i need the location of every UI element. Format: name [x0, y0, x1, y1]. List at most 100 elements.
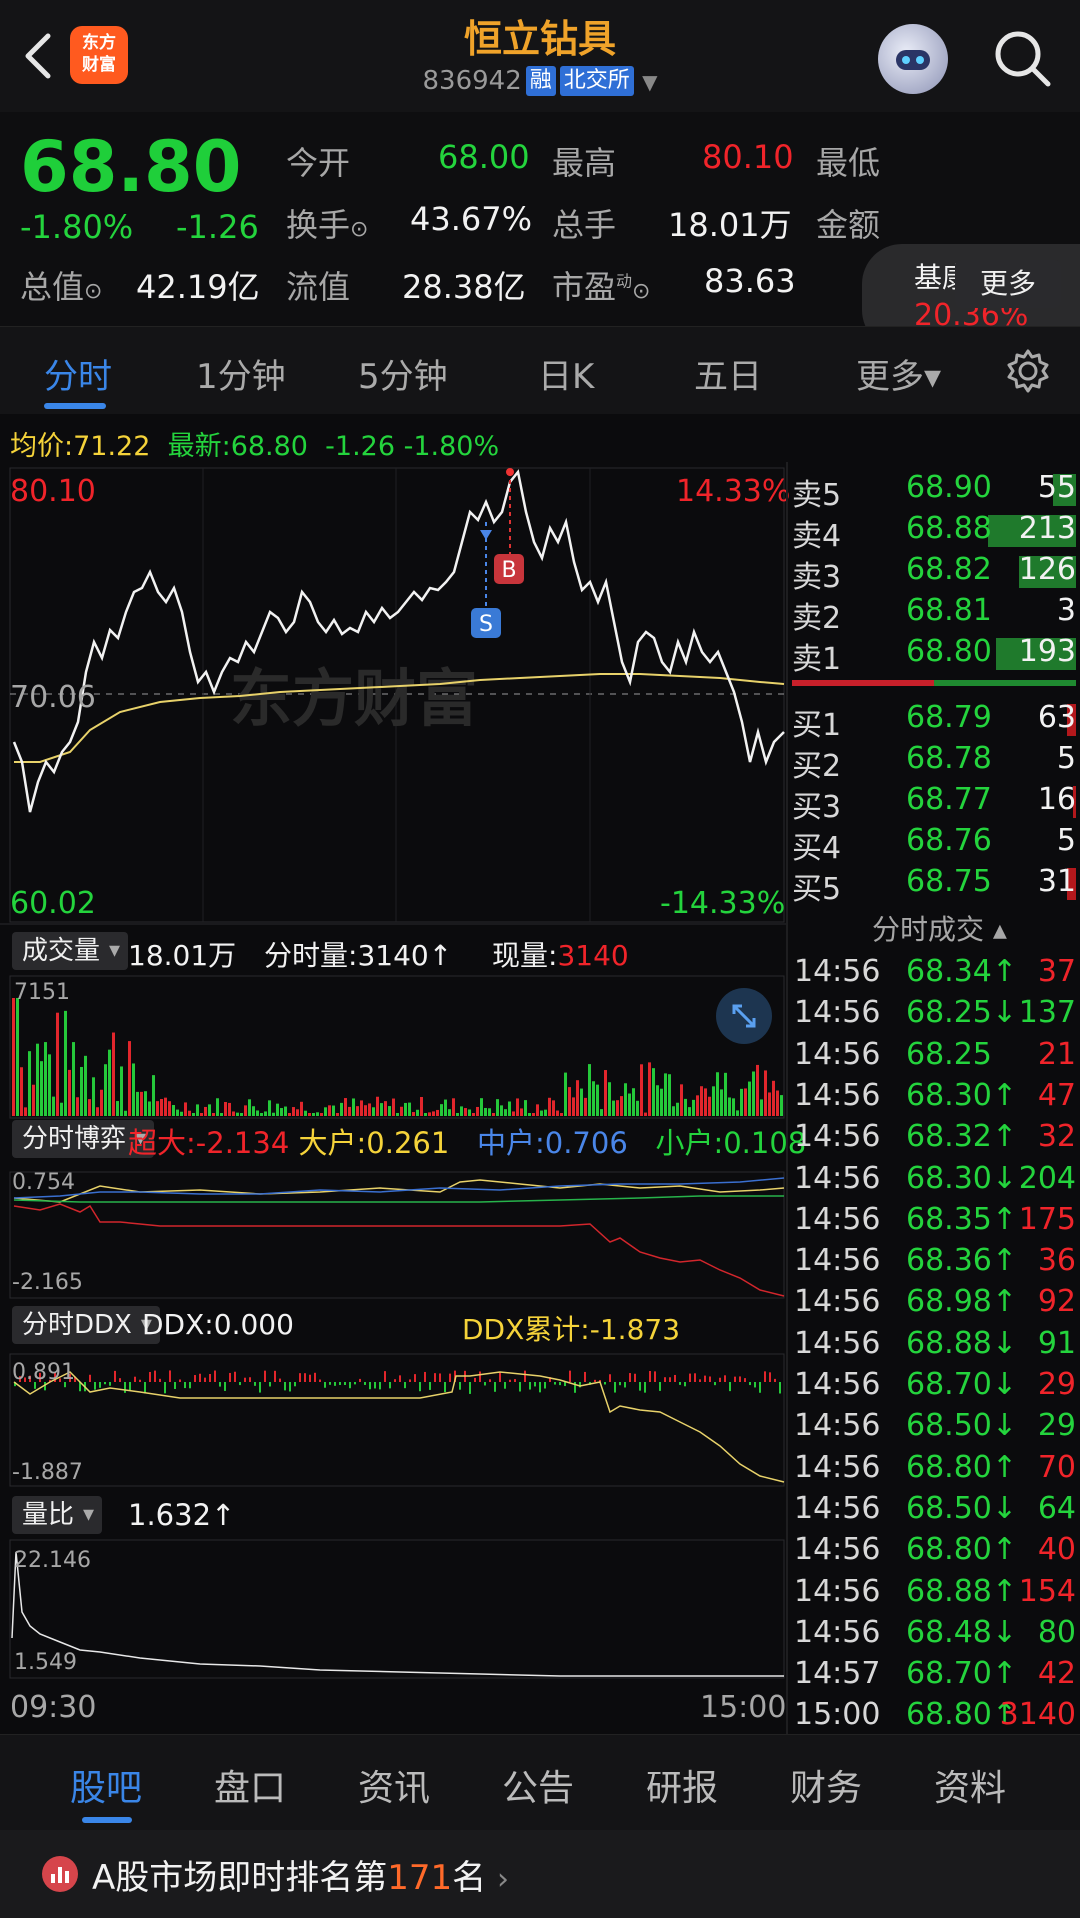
volume-bar: [264, 1111, 267, 1116]
ddx-bar: [449, 1373, 451, 1382]
volume-bar: [692, 1099, 695, 1116]
ddx-bar: [104, 1382, 106, 1385]
volume-bar: [668, 1074, 671, 1116]
volume-bar: [500, 1105, 503, 1116]
turnover-label: 换手⊙: [286, 206, 369, 244]
ddx-bar: [229, 1372, 231, 1382]
volume-bar: [240, 1113, 243, 1116]
volume-bar: [388, 1106, 391, 1116]
ask-row[interactable]: 卖1 68.80 193: [792, 634, 1076, 677]
ddx-bar: [484, 1382, 486, 1386]
level-volume: 213: [1018, 511, 1076, 546]
volume-bar: [276, 1103, 279, 1116]
tab-intraday[interactable]: 分时: [44, 349, 112, 398]
trades-title[interactable]: 分时成交 ▴: [872, 908, 1007, 948]
trade-price: 68.50↓: [906, 1490, 1018, 1526]
level-price: 68.88: [906, 511, 992, 546]
nav-finance[interactable]: 财务: [790, 1759, 862, 1811]
bid-row[interactable]: 买5 68.75 31: [792, 864, 1076, 907]
ddx-bar: [364, 1382, 366, 1385]
volume-bar: [724, 1072, 727, 1116]
trade-row: 14:56 68.36↑ 36: [792, 1243, 1076, 1283]
volume-bar: [480, 1098, 483, 1116]
gear-icon[interactable]: [1004, 347, 1052, 395]
ddx-bar: [734, 1376, 736, 1382]
level-volume: 126: [1018, 552, 1076, 587]
tab-five-day[interactable]: 五日: [694, 349, 762, 398]
ask-row[interactable]: 卖3 68.82 126: [792, 552, 1076, 595]
super-holder-line: [13, 1203, 785, 1297]
tab-daily-k[interactable]: 日K: [538, 349, 594, 398]
ddx-bar: [459, 1382, 461, 1390]
search-icon[interactable]: [990, 26, 1054, 90]
nav-research[interactable]: 研报: [646, 1759, 718, 1811]
ddx-bar: [559, 1382, 561, 1386]
nav-pankou[interactable]: 盘口: [214, 1759, 286, 1811]
volume-bar: [680, 1084, 683, 1116]
ddx-bar: [154, 1370, 156, 1382]
tab-5min[interactable]: 5分钟: [358, 349, 448, 398]
volume-bar: [588, 1064, 591, 1116]
ddx-bar: [509, 1379, 511, 1382]
volume-bar: [216, 1098, 219, 1116]
ddx-indicator-button[interactable]: 分时DDX: [12, 1306, 160, 1344]
volume-bar: [336, 1113, 339, 1116]
time-end: 15:00: [700, 1690, 787, 1725]
nav-announcement[interactable]: 公告: [502, 1759, 574, 1811]
volume-bar: [448, 1109, 451, 1116]
volume-bar: [476, 1106, 479, 1116]
trade-volume: 36: [1037, 1243, 1076, 1279]
volume-bar: [220, 1113, 223, 1116]
volume-bar: [644, 1112, 647, 1116]
chevron-down-icon[interactable]: ▼: [642, 70, 657, 94]
trade-price: 68.32↑: [906, 1119, 1018, 1155]
volume-indicator-button[interactable]: 成交量: [12, 932, 129, 970]
volume-bar: [44, 1042, 47, 1116]
robot-assistant-icon[interactable]: [878, 24, 948, 94]
volume-bar: [24, 1107, 27, 1116]
more-button[interactable]: 更多: [955, 260, 1061, 308]
ddx-bar: [644, 1382, 646, 1393]
volume-bar: [120, 1066, 123, 1116]
trade-row: 14:56 68.25↓ 137: [792, 995, 1076, 1035]
volume-bar: [700, 1086, 703, 1116]
volume-bar: [572, 1097, 575, 1116]
high-label: 最高: [552, 144, 617, 182]
ddx-bar: [204, 1377, 206, 1382]
trade-price: 68.88↑: [906, 1573, 1018, 1609]
trade-volume: 137: [1018, 995, 1076, 1031]
ask-row[interactable]: 卖2 68.81 3: [792, 593, 1076, 636]
bid-row[interactable]: 买3 68.77 16: [792, 782, 1076, 825]
ask-row[interactable]: 卖5 68.90 55: [792, 470, 1076, 513]
bid-row[interactable]: 买4 68.76 5: [792, 823, 1076, 866]
ddx-bar: [274, 1370, 276, 1382]
nav-news[interactable]: 资讯: [358, 1759, 430, 1811]
tab-1min[interactable]: 1分钟: [196, 349, 286, 398]
volume-bar: [764, 1070, 767, 1116]
level-volume: 16: [1037, 782, 1076, 817]
open-label: 今开: [286, 144, 351, 182]
change-percent: -1.80%: [20, 208, 134, 246]
ddx-bar: [109, 1382, 111, 1386]
expand-icon[interactable]: [716, 988, 772, 1044]
volume-bar: [144, 1091, 147, 1116]
ddx-bar: [649, 1370, 651, 1382]
trade-price: 68.98↑: [906, 1284, 1018, 1320]
volume-bar: [132, 1063, 135, 1116]
ratio-indicator-button[interactable]: 量比: [12, 1496, 103, 1534]
ddx-bar: [479, 1371, 481, 1382]
bid-row[interactable]: 买2 68.78 5: [792, 741, 1076, 784]
ask-row[interactable]: 卖4 68.88 213: [792, 511, 1076, 554]
volume-bar: [380, 1103, 383, 1116]
rank-bar[interactable]: A股市场即时排名第171名 ›: [0, 1830, 1080, 1918]
volume-bar: [648, 1062, 651, 1116]
nav-profile[interactable]: 资料: [934, 1759, 1006, 1811]
bid-row[interactable]: 买1 68.79 63: [792, 700, 1076, 743]
trade-price: 68.30↑: [906, 1077, 1018, 1113]
tab-more[interactable]: 更多▾: [856, 349, 941, 398]
trade-price: 68.48↓: [906, 1614, 1018, 1650]
volume-bar: [184, 1102, 187, 1116]
ddx-bar: [329, 1382, 331, 1385]
nav-guba[interactable]: 股吧: [70, 1759, 142, 1811]
intraday-chart[interactable]: 东方财富 B S: [0, 462, 786, 1742]
